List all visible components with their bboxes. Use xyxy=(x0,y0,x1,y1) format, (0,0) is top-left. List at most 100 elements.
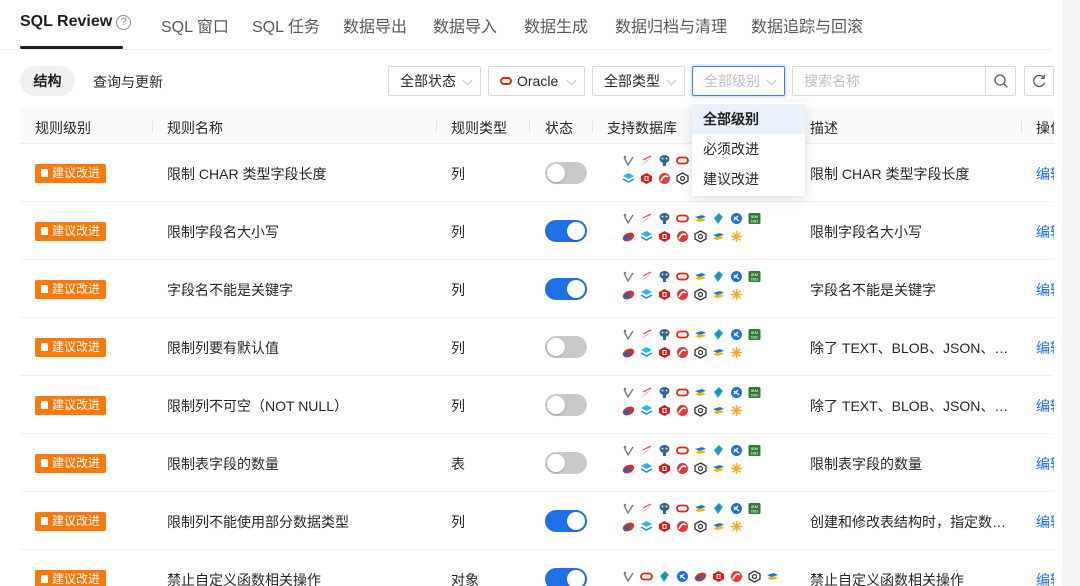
tab-sql-window[interactable]: SQL 窗口 xyxy=(161,13,229,37)
tidb-icon xyxy=(640,230,653,243)
view-structure-button[interactable]: 结构 xyxy=(20,66,75,96)
database-icon-row: IBM DB2 xyxy=(622,444,802,462)
refresh-button[interactable] xyxy=(1024,66,1054,96)
rule-description: 创建和修改表结构时，指定数据... xyxy=(810,514,1010,530)
help-icon[interactable]: ? xyxy=(116,15,132,30)
level-badge-label: 建议改进 xyxy=(52,282,101,296)
huawei-icon xyxy=(658,230,671,243)
sqlserver-icon xyxy=(694,212,707,225)
supported-databases: IBM DB2 xyxy=(622,386,802,422)
status-toggle[interactable] xyxy=(545,162,587,184)
tab-sql-task[interactable]: SQL 任务 xyxy=(252,13,320,37)
page-scrollbar[interactable] xyxy=(1062,0,1080,586)
status-filter-select[interactable]: 全部状态 xyxy=(388,66,481,96)
status-toggle[interactable] xyxy=(545,568,587,586)
status-toggle[interactable] xyxy=(545,510,587,532)
ob-icon xyxy=(622,270,635,283)
tab-data-import[interactable]: 数据导入 xyxy=(433,13,497,37)
oceanbase2-icon xyxy=(730,444,743,457)
kingbase-icon xyxy=(622,346,635,359)
huawei-icon xyxy=(712,570,725,583)
oceanbase2-icon xyxy=(730,270,743,283)
edit-link[interactable]: 编辑 xyxy=(1036,280,1054,300)
column-divider xyxy=(592,119,593,133)
table-row: 建议改进 限制字段名大小写 列 IBMDB2 限制字段名大小写 编辑 xyxy=(20,202,1054,260)
pg-icon xyxy=(658,154,671,167)
sqlserver-icon xyxy=(694,270,707,283)
level-badge: 建议改进 xyxy=(35,338,107,357)
status-toggle[interactable] xyxy=(545,278,587,300)
level-badge-label: 建议改进 xyxy=(52,224,101,238)
level-filter-select[interactable]: 全部级别 xyxy=(692,66,785,96)
col-header-status: 状态 xyxy=(545,120,573,136)
table-row: 建议改进 字段名不能是关键字 列 IBMDB2 字段名不能是关键字 编辑 xyxy=(20,260,1054,318)
status-toggle[interactable] xyxy=(545,220,587,242)
tab-data-generate[interactable]: 数据生成 xyxy=(524,13,588,37)
menu-option-suggest-improve[interactable]: 建议改进 xyxy=(692,164,805,194)
ob-icon xyxy=(622,212,635,225)
edit-link[interactable]: 编辑 xyxy=(1036,396,1054,416)
sqlserver-icon xyxy=(712,288,725,301)
search-button[interactable] xyxy=(985,67,1015,95)
gauss-icon xyxy=(694,404,707,417)
edit-link[interactable]: 编辑 xyxy=(1036,338,1054,358)
status-toggle[interactable] xyxy=(545,452,587,474)
tab-sql-review[interactable]: SQL Review? xyxy=(20,13,132,31)
oracle-icon xyxy=(676,212,689,225)
tab-data-export[interactable]: 数据导出 xyxy=(343,13,407,37)
dm-icon xyxy=(712,328,725,341)
status-toggle[interactable] xyxy=(545,336,587,358)
pg-icon xyxy=(658,328,671,341)
rule-description: 限制字段名大小写 xyxy=(810,224,922,240)
tidb-icon xyxy=(640,288,653,301)
level-badge: 建议改进 xyxy=(35,222,107,241)
database-icon-row: IBM DB2 xyxy=(622,212,802,230)
rule-name: 限制表字段的数量 xyxy=(167,456,279,472)
dm-icon xyxy=(712,444,725,457)
polardb-icon xyxy=(676,288,689,301)
rule-type: 表 xyxy=(451,456,465,472)
edit-link[interactable]: 编辑 xyxy=(1036,222,1054,242)
level-badge-label: 建议改进 xyxy=(52,166,101,180)
menu-option-must-improve[interactable]: 必须改进 xyxy=(692,134,805,164)
search-input[interactable] xyxy=(793,67,985,95)
table-row: 建议改进 限制列不可空（NOT NULL） 列 IBM DB2 除了 TEXT、BLOB、… xyxy=(20,376,1054,434)
star-icon xyxy=(730,230,743,243)
gauss-icon xyxy=(694,346,707,359)
edit-link[interactable]: 编辑 xyxy=(1036,164,1054,184)
level-badge-label: 建议改进 xyxy=(52,398,101,412)
table-row: 建议改进 限制表字段的数量 表 IBMDB2 限制表字段的数量 编辑 xyxy=(20,434,1054,492)
edit-link[interactable]: 编辑 xyxy=(1036,454,1054,474)
view-query-update-button[interactable]: 查询与更新 xyxy=(93,72,163,92)
tab-data-archive[interactable]: 数据归档与清理 xyxy=(615,13,727,37)
oceanbase-icon xyxy=(640,270,653,283)
status-toggle[interactable] xyxy=(545,394,587,416)
database-filter-value: Oracle xyxy=(517,73,559,89)
ob-icon xyxy=(622,386,635,399)
svg-text:DB2: DB2 xyxy=(751,335,760,340)
menu-option-all-levels[interactable]: 全部级别 xyxy=(692,104,805,134)
huawei-icon xyxy=(658,404,671,417)
polardb-icon xyxy=(676,520,689,533)
kingbase-icon xyxy=(622,230,635,243)
col-header-actions: 操作 xyxy=(1036,120,1054,136)
rule-name: 限制列不能使用部分数据类型 xyxy=(167,514,349,530)
database-filter-select[interactable]: Oracle xyxy=(488,66,585,96)
star-icon xyxy=(730,346,743,359)
database-icon-row xyxy=(622,462,802,480)
svg-text:DB2: DB2 xyxy=(751,509,760,514)
rule-type-filter-select[interactable]: 全部类型 xyxy=(592,66,685,96)
oceanbase-icon xyxy=(640,212,653,225)
gauss-icon xyxy=(694,230,707,243)
level-badge-label: 建议改进 xyxy=(52,456,101,470)
level-badge-label: 建议改进 xyxy=(52,340,101,354)
oracle-icon xyxy=(676,270,689,283)
database-icon-row: IBM DB2 xyxy=(622,502,802,520)
tag-icon xyxy=(41,517,48,525)
oceanbase-icon xyxy=(640,444,653,457)
tab-data-trace[interactable]: 数据追踪与回滚 xyxy=(751,13,863,37)
edit-link[interactable]: 编辑 xyxy=(1036,512,1054,532)
polardb-icon xyxy=(676,404,689,417)
tag-icon xyxy=(41,401,48,409)
edit-link[interactable]: 编辑 xyxy=(1036,570,1054,586)
